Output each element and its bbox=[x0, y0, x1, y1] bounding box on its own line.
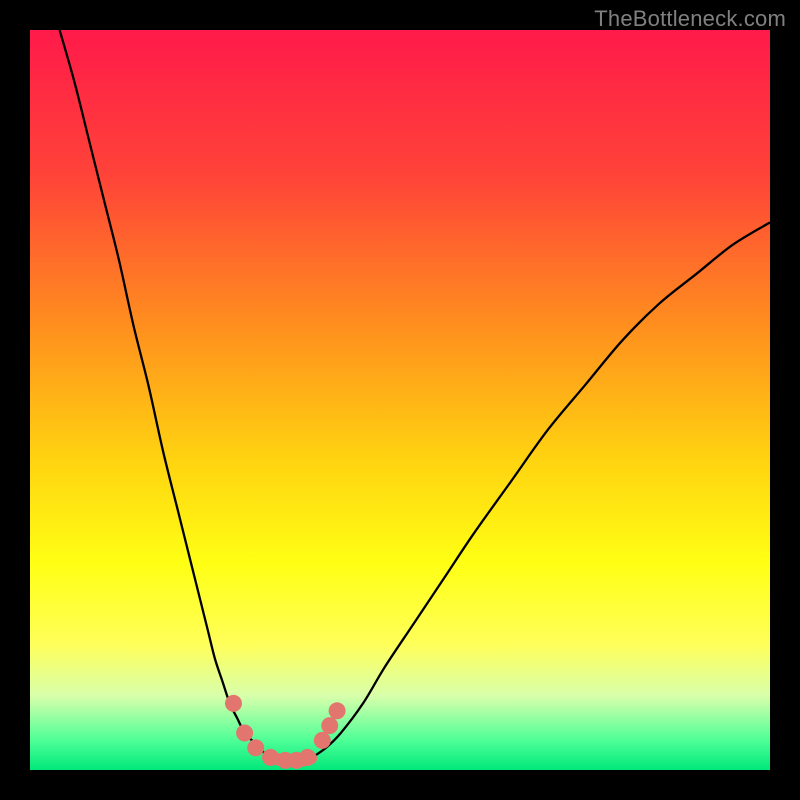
marker-dot bbox=[321, 717, 338, 734]
gradient-background bbox=[30, 30, 770, 770]
plot-area bbox=[30, 30, 770, 770]
marker-dot bbox=[236, 725, 253, 742]
attribution-text: TheBottleneck.com bbox=[594, 6, 786, 32]
chart-frame: TheBottleneck.com bbox=[0, 0, 800, 800]
marker-dot bbox=[314, 732, 331, 749]
marker-dot bbox=[262, 749, 279, 766]
marker-dot bbox=[225, 695, 242, 712]
marker-dot bbox=[329, 702, 346, 719]
marker-dot bbox=[247, 739, 264, 756]
chart-svg bbox=[30, 30, 770, 770]
marker-dot bbox=[299, 749, 316, 766]
